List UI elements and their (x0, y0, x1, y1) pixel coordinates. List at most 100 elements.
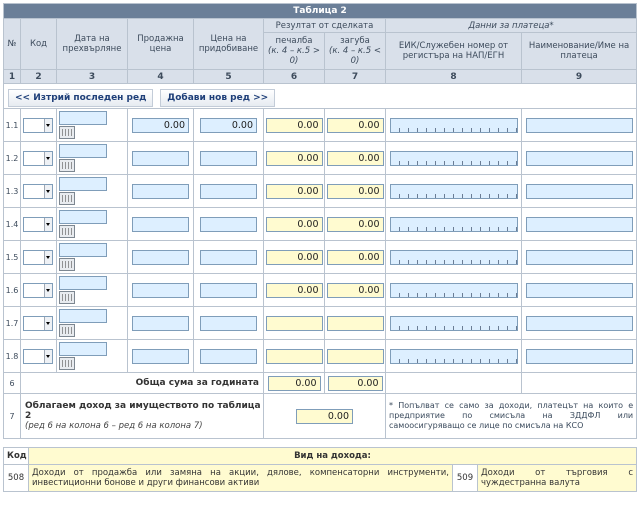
delete-last-row-button[interactable]: << Изтрий последен ред (8, 88, 154, 107)
eik-input[interactable] (389, 249, 518, 265)
table-row: 1.6 0.00 0.00 (3, 273, 638, 307)
eik-input[interactable] (389, 315, 518, 331)
header-payer-name: Наименование/Име на платеца (520, 32, 638, 70)
chevron-down-icon[interactable] (44, 250, 52, 264)
chevron-down-icon[interactable] (44, 283, 52, 297)
calendar-icon[interactable] (59, 324, 75, 337)
code-select[interactable] (23, 117, 53, 133)
payer-name-input[interactable] (525, 117, 633, 133)
date-input[interactable] (59, 342, 107, 356)
date-input[interactable] (59, 210, 107, 224)
profit-field[interactable]: 0.00 (265, 150, 323, 166)
total-profit-field[interactable]: 0.00 (267, 375, 321, 391)
code-select[interactable] (23, 282, 53, 298)
row-label: 1.2 (3, 141, 21, 175)
payer-name-input[interactable] (525, 249, 633, 265)
payer-name-input[interactable] (525, 183, 633, 199)
profit-field[interactable]: 0.00 (265, 117, 323, 133)
sale-price-input[interactable] (132, 183, 189, 199)
eik-input[interactable] (389, 183, 518, 199)
sale-price-input[interactable] (132, 348, 189, 364)
acq-price-input[interactable] (200, 216, 257, 232)
date-input[interactable] (59, 177, 107, 191)
eik-input[interactable] (389, 150, 518, 166)
code-select[interactable] (23, 216, 53, 232)
calendar-icon[interactable] (59, 291, 75, 304)
profit-field[interactable]: 0.00 (265, 282, 323, 298)
loss-field[interactable] (326, 315, 384, 331)
row-label: 1.1 (3, 108, 21, 142)
total-loss-field[interactable]: 0.00 (327, 375, 383, 391)
sale-price-input[interactable] (132, 150, 189, 166)
code-select[interactable] (23, 348, 53, 364)
code-select[interactable] (23, 315, 53, 331)
code-select[interactable] (23, 150, 53, 166)
code-select[interactable] (23, 183, 53, 199)
chevron-down-icon[interactable] (44, 118, 52, 132)
profit-field[interactable] (265, 315, 323, 331)
date-input[interactable] (59, 276, 107, 290)
code-select[interactable] (23, 249, 53, 265)
acq-price-input[interactable] (200, 150, 257, 166)
chevron-down-icon[interactable] (44, 184, 52, 198)
row-label: 1.8 (3, 339, 21, 373)
calendar-icon[interactable] (59, 159, 75, 172)
acq-price-input[interactable] (200, 348, 257, 364)
loss-field[interactable]: 0.00 (326, 183, 384, 199)
profit-field[interactable]: 0.00 (265, 216, 323, 232)
column-number: 6 (263, 69, 325, 84)
sale-price-input[interactable]: 0.00 (132, 117, 189, 133)
eik-input[interactable] (389, 216, 518, 232)
sale-price-input[interactable] (132, 249, 189, 265)
chevron-down-icon[interactable] (44, 217, 52, 231)
payer-name-input[interactable] (525, 315, 633, 331)
loss-field[interactable]: 0.00 (326, 150, 384, 166)
loss-field[interactable]: 0.00 (326, 249, 384, 265)
loss-field[interactable]: 0.00 (326, 117, 384, 133)
chevron-down-icon[interactable] (44, 316, 52, 330)
header-acq-price: Цена на придобиване (193, 18, 264, 70)
date-input[interactable] (59, 144, 107, 158)
payer-name-input[interactable] (525, 282, 633, 298)
date-input[interactable] (59, 243, 107, 257)
chevron-down-icon[interactable] (44, 151, 52, 165)
payer-name-input[interactable] (525, 216, 633, 232)
payer-name-input[interactable] (525, 150, 633, 166)
payer-name-input[interactable] (525, 348, 633, 364)
taxable-title: Облагаем доход за имуществото по таблица… (25, 401, 261, 421)
sale-price-input[interactable] (132, 315, 189, 331)
total-label: Обща сума за годината (20, 372, 264, 394)
loss-field[interactable] (326, 348, 384, 364)
add-row-button[interactable]: Добави нов ред >> (160, 88, 276, 107)
calendar-icon[interactable] (59, 126, 75, 139)
loss-field[interactable]: 0.00 (326, 282, 384, 298)
calendar-icon[interactable] (59, 357, 75, 370)
kind-code-509: 509 (452, 464, 478, 492)
acq-price-input[interactable] (200, 282, 257, 298)
acq-price-input[interactable] (200, 249, 257, 265)
taxable-income-field[interactable]: 0.00 (296, 408, 353, 424)
profit-field[interactable]: 0.00 (265, 249, 323, 265)
acq-price-input[interactable] (200, 183, 257, 199)
calendar-icon[interactable] (59, 192, 75, 205)
profit-field[interactable]: 0.00 (265, 183, 323, 199)
calendar-icon[interactable] (59, 258, 75, 271)
eik-input[interactable] (389, 117, 518, 133)
eik-input[interactable] (389, 348, 518, 364)
table-row: 1.4 0.00 0.00 (3, 207, 638, 241)
eik-input[interactable] (389, 282, 518, 298)
acq-price-input[interactable] (200, 315, 257, 331)
profit-field[interactable] (265, 348, 323, 364)
sale-price-input[interactable] (132, 216, 189, 232)
date-input[interactable] (59, 309, 107, 323)
sale-price-input[interactable] (132, 282, 189, 298)
income-kinds-table: Код Вид на дохода: 508 Доходи от продажб… (3, 447, 637, 492)
column-number: 1 (3, 69, 21, 84)
header-profit-label: печалба (275, 36, 313, 46)
chevron-down-icon[interactable] (44, 349, 52, 363)
calendar-icon[interactable] (59, 225, 75, 238)
header-result: Резултат от сделката (263, 18, 386, 33)
acq-price-input[interactable]: 0.00 (200, 117, 257, 133)
date-input[interactable] (59, 111, 107, 125)
loss-field[interactable]: 0.00 (326, 216, 384, 232)
